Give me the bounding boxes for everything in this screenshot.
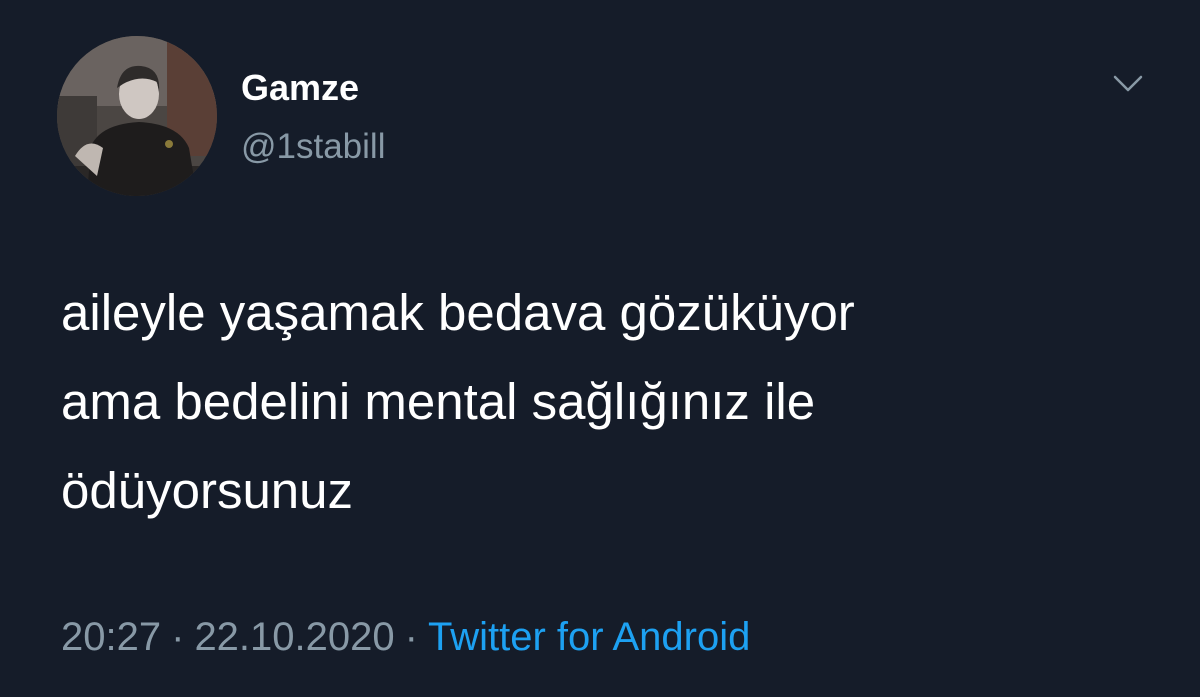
- profile-photo: [57, 36, 217, 196]
- tweet-text-line: ama bedelini mental sağlığınız ile: [61, 373, 816, 430]
- chevron-down-icon[interactable]: [1110, 72, 1146, 96]
- tweet-card: Gamze @1stabill aileyle yaşamak bedava g…: [0, 0, 1200, 697]
- tweet-text-line: aileyle yaşamak bedava gözüküyor: [61, 284, 855, 341]
- user-handle[interactable]: @1stabill: [241, 125, 385, 169]
- tweet-text: aileyle yaşamak bedava gözüküyor ama bed…: [61, 268, 1161, 535]
- avatar[interactable]: [57, 36, 217, 196]
- tweet-source-link[interactable]: Twitter for Android: [428, 615, 750, 659]
- meta-separator: ·: [404, 615, 418, 659]
- tweet-time[interactable]: 20:27: [61, 615, 161, 659]
- meta-separator: ·: [171, 615, 185, 659]
- tweet-text-line: ödüyorsunuz: [61, 462, 354, 519]
- tweet-date[interactable]: 22.10.2020: [194, 615, 394, 659]
- tweet-meta: 20:27 · 22.10.2020 · Twitter for Android: [61, 611, 750, 663]
- display-name[interactable]: Gamze: [241, 66, 359, 110]
